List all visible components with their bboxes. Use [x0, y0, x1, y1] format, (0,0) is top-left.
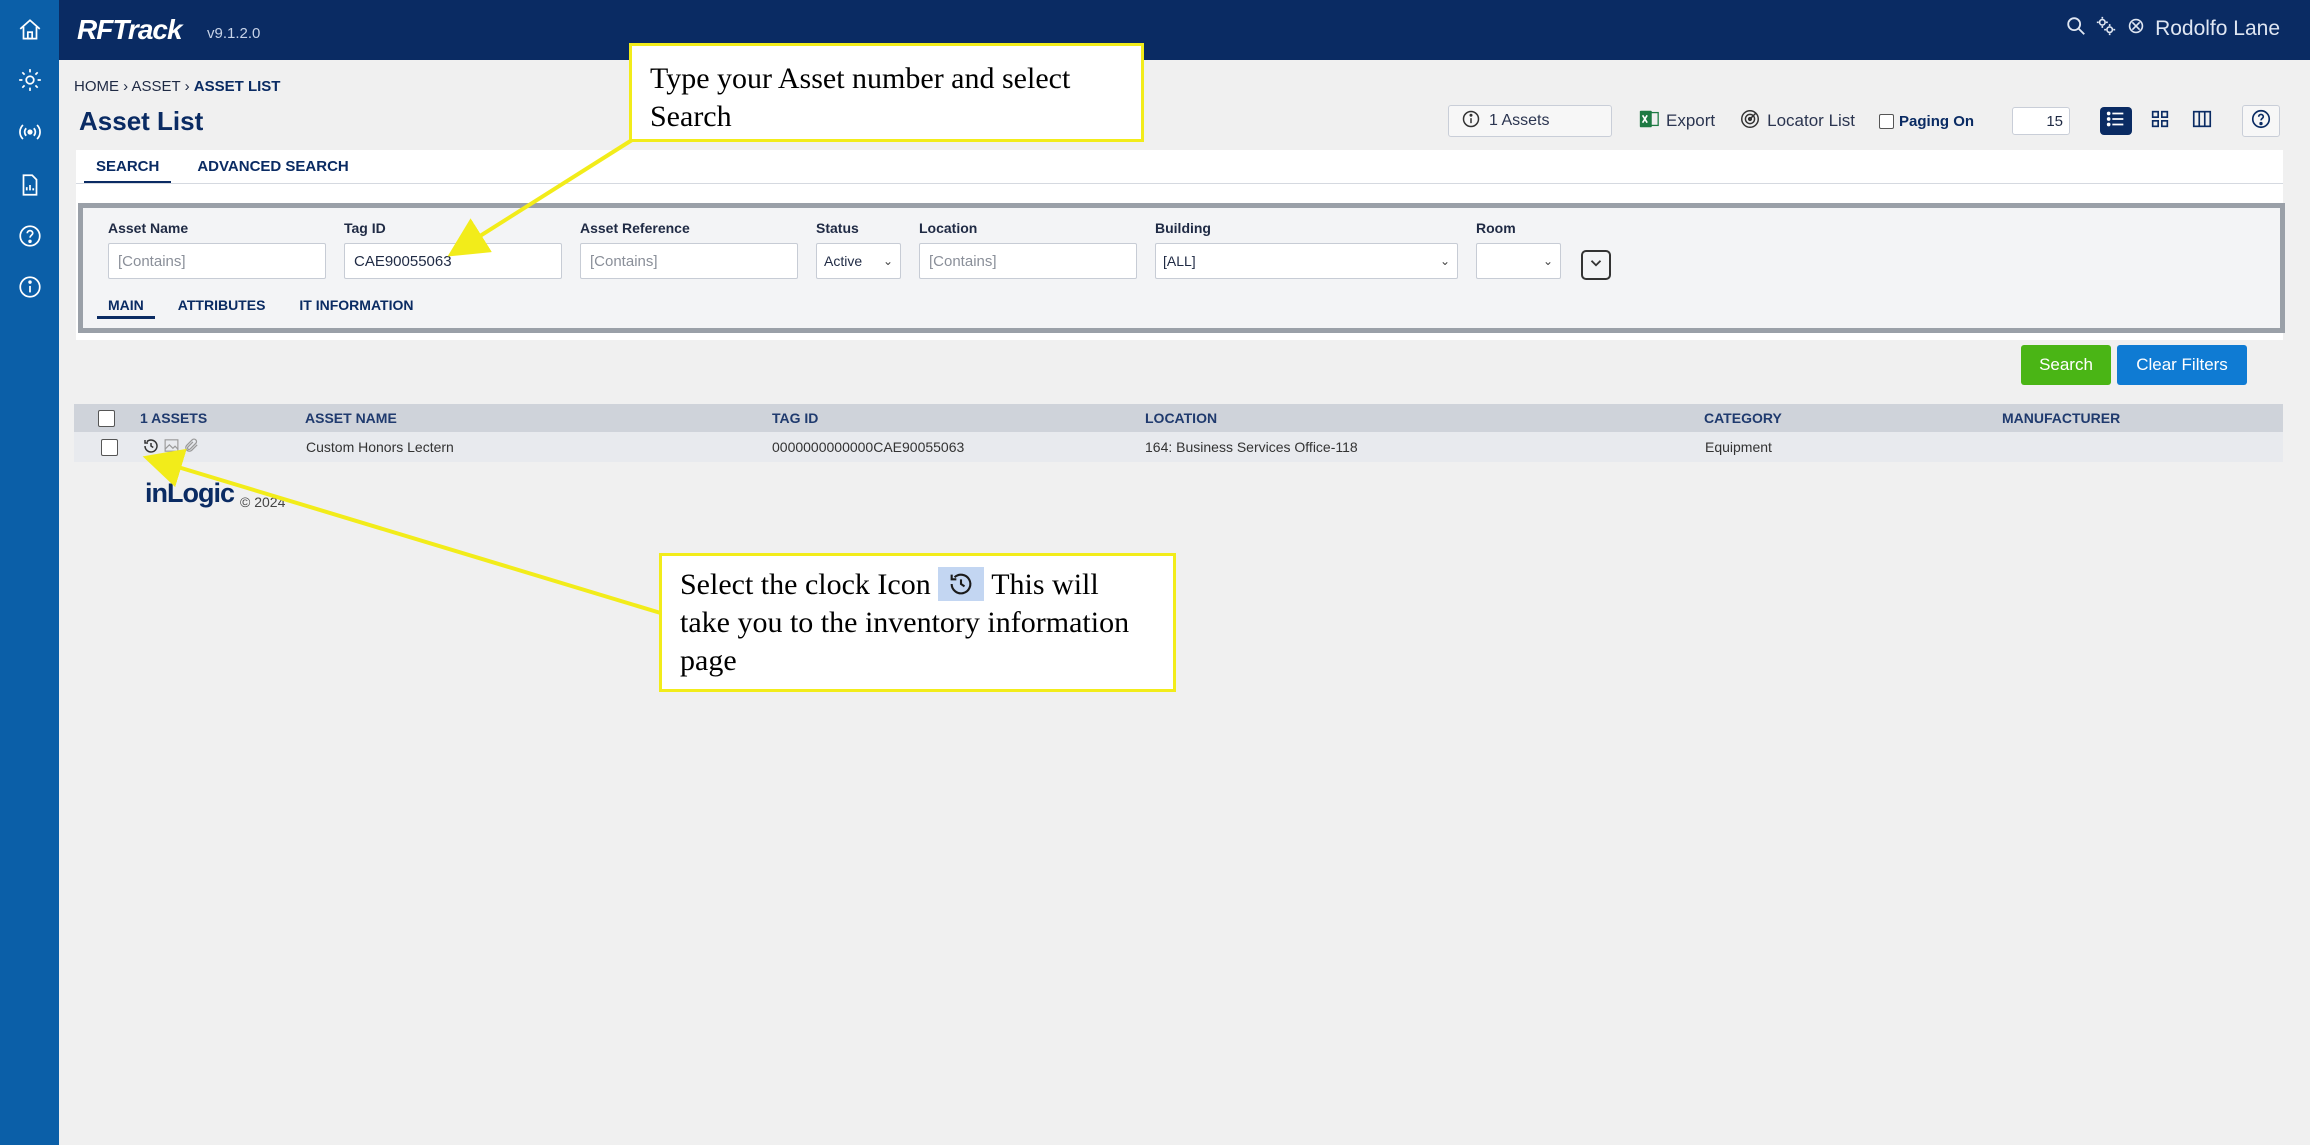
arrow-to-tag-id — [447, 138, 634, 257]
annotation-clock-icon: Select the clock Icon This will take you… — [659, 553, 1176, 692]
arrow-to-clock-icon — [142, 448, 665, 616]
annotation-clock-text-1: Select the clock Icon — [680, 568, 931, 601]
annotation-type-asset-text: Type your Asset number and select Search — [650, 62, 1071, 133]
history-clock-icon — [938, 567, 985, 602]
annotation-type-asset: Type your Asset number and select Search — [629, 43, 1144, 142]
